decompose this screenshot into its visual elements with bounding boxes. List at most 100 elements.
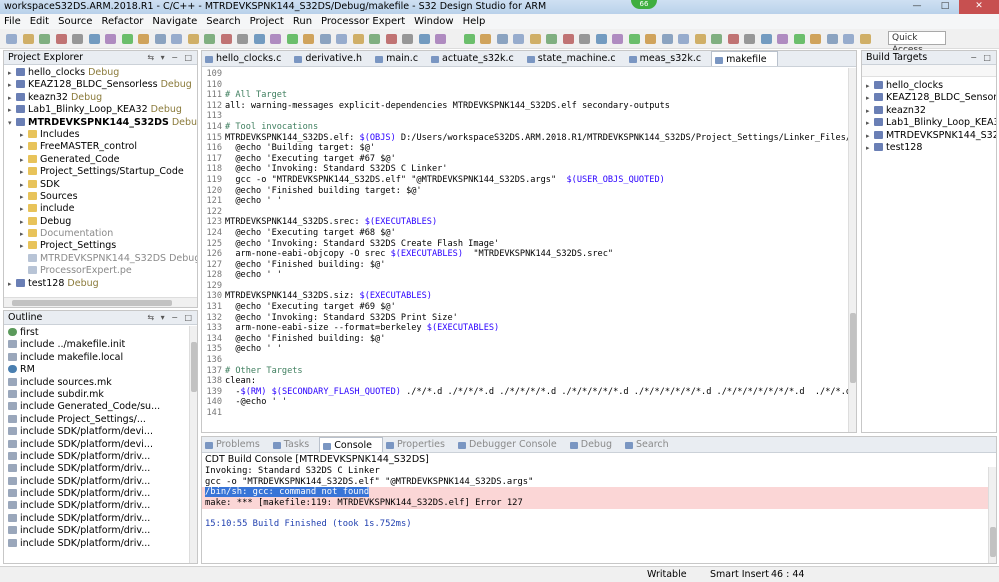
menu-item[interactable]: Window [414,14,453,29]
toolbar-button-icon[interactable] [154,34,166,44]
code-line[interactable]: 131 @echo 'Executing target #69 $@' [202,302,856,313]
code-line[interactable]: 118 @echo 'Invoking: Standard S32DS C Li… [202,164,856,175]
toolbar-button-icon[interactable] [369,34,380,44]
menu-item[interactable]: Source [58,14,92,29]
toolbar-button-icon[interactable] [579,34,590,44]
toolbar-button-icon[interactable] [810,34,821,44]
toolbar-button-icon[interactable] [628,34,640,44]
code-area[interactable]: 109 110 111 # All Target 112 all: warning-mes… [202,67,856,419]
toolbar-button-icon[interactable] [253,34,265,44]
outline-item[interactable]: include SDK/platform/driv... [8,538,197,550]
code-line[interactable]: 127 @echo 'Finished building: $@' [202,260,856,271]
outline-scrollbar[interactable] [189,326,197,563]
toolbar-button-icon[interactable] [843,34,854,44]
console-tab[interactable]: Console [319,437,383,452]
tree-item[interactable]: ▸ Sources [4,191,197,203]
toolbar-button-icon[interactable] [88,34,100,44]
scrollbar-thumb[interactable] [850,313,856,383]
menu-item[interactable]: Search [206,14,240,29]
console-tab[interactable]: Problems [202,437,270,452]
quick-access-input[interactable]: Quick Access [888,31,946,55]
build-target-item[interactable]: ▸ KEAZ128_BLDC_Sensorless [862,92,996,104]
outline-item[interactable]: include Project_Settings/... [8,414,197,426]
expand-arrow-icon[interactable]: ▸ [866,142,874,154]
code-line[interactable]: 141 [202,408,856,419]
build-target-item[interactable]: ▸ test128 [862,142,996,154]
outline-item[interactable]: include SDK/platform/driv... [8,513,197,525]
outline-item[interactable]: include SDK/platform/driv... [8,488,197,500]
code-line[interactable]: 139 -$(RM) $(SECONDARY_FLASH_QUOTED) ./*… [202,387,856,398]
toolbar-button-icon[interactable] [760,34,772,44]
toolbar-button-icon[interactable] [859,34,871,44]
expand-arrow-icon[interactable]: ▸ [8,104,16,116]
tree-item[interactable]: ▸ SDK [4,179,197,191]
code-line[interactable]: 112 all: warning-messages explicit-depend… [202,101,856,112]
console-tab[interactable]: Debugger Console [455,437,567,452]
scrollbar-thumb[interactable] [990,527,996,557]
console-tab[interactable]: Search [622,437,679,452]
toolbar-button-icon[interactable] [435,34,446,44]
code-line[interactable]: 109 [202,69,856,80]
toolbar-button-icon[interactable] [793,34,805,44]
outline-item[interactable]: include makefile.local [8,352,197,364]
code-line[interactable]: 115 MTRDEVKSPNK144_S32DS.elf: $(OBJS) D:/… [202,133,856,144]
console-tab[interactable]: Tasks [270,437,319,452]
toolbar-button-icon[interactable] [187,34,199,44]
tree-item[interactable]: ▸ include [4,203,197,215]
scrollbar-thumb[interactable] [12,300,172,306]
build-target-item[interactable]: ▸ keazn32 [862,105,996,117]
outline-item[interactable]: include SDK/platform/driv... [8,451,197,463]
expand-arrow-icon[interactable]: ▸ [866,105,874,117]
toolbar-button-icon[interactable] [513,34,524,44]
editor-tab[interactable]: state_machine.c [524,51,626,66]
code-line[interactable]: 114 # Tool invocations [202,122,856,133]
outline-view-menu-icon[interactable]: ⇆ ▾ − □ [147,311,194,325]
toolbar-button-icon[interactable] [480,34,491,44]
console-output[interactable]: Invoking: Standard S32DS C Linker gcc -o … [202,466,996,530]
toolbar-button-icon[interactable] [303,34,314,44]
build-target-item[interactable]: ▸ MTRDEVKSPNK144_S32DS [862,130,996,142]
menu-item[interactable]: Help [463,14,486,29]
code-line[interactable]: 128 @echo ' ' [202,270,856,281]
editor-tab[interactable]: hello_clocks.c [202,51,291,66]
toolbar-button-icon[interactable] [711,34,722,44]
minimize-button[interactable]: — [903,0,931,14]
toolbar-button-icon[interactable] [121,34,133,44]
code-line[interactable]: 124 @echo 'Executing target #68 $@' [202,228,856,239]
expand-arrow-icon[interactable]: ▸ [20,141,28,153]
code-line[interactable]: 110 [202,80,856,91]
tree-item[interactable]: ▾ MTRDEVKSPNK144_S32DS Debug [4,117,197,129]
toolbar-button-icon[interactable] [546,34,557,44]
code-line[interactable]: 132 @echo 'Invoking: Standard S32DS Prin… [202,313,856,324]
maximize-button[interactable]: □ [931,0,959,14]
tree-item[interactable]: ▸ Documentation [4,228,197,240]
tree-item[interactable]: ▸ FreeMASTER_control [4,141,197,153]
editor-scrollbar[interactable] [848,68,856,432]
editor-tab[interactable]: main.c [372,51,428,66]
toolbar-button-icon[interactable] [418,34,430,44]
toolbar-button-icon[interactable] [220,34,232,44]
outline-item[interactable]: include SDK/platform/driv... [8,463,197,475]
expand-arrow-icon[interactable]: ▸ [866,130,874,142]
outline-item[interactable]: first [8,327,197,339]
code-line[interactable]: 137 # Other Targets [202,366,856,377]
outline-item[interactable]: include ../makefile.init [8,339,197,351]
code-line[interactable]: 120 @echo 'Finished building target: $@' [202,186,856,197]
code-line[interactable]: 126 arm-none-eabi-objcopy -O srec $(EXEC… [202,249,856,260]
code-line[interactable]: 119 gcc -o "MTRDEVKSPNK144_S32DS.elf" "@… [202,175,856,186]
toolbar-button-icon[interactable] [204,34,215,44]
expand-arrow-icon[interactable]: ▸ [8,278,16,290]
toolbar-button-icon[interactable] [6,34,17,44]
scrollbar-thumb[interactable] [191,342,197,392]
menu-item[interactable]: Refactor [101,14,143,29]
toolbar-button-icon[interactable] [645,34,656,44]
expand-arrow-icon[interactable]: ▸ [20,228,28,240]
expand-arrow-icon[interactable]: ▸ [866,92,874,104]
code-line[interactable]: 130 MTRDEVKSPNK144_S32DS.siz: $(EXECUTABL… [202,291,856,302]
toolbar-button-icon[interactable] [402,34,413,44]
horizontal-scrollbar[interactable] [4,297,197,307]
expand-arrow-icon[interactable]: ▸ [20,179,28,191]
code-line[interactable]: 113 [202,111,856,122]
menu-item[interactable]: File [4,14,21,29]
toolbar-button-icon[interactable] [727,34,739,44]
